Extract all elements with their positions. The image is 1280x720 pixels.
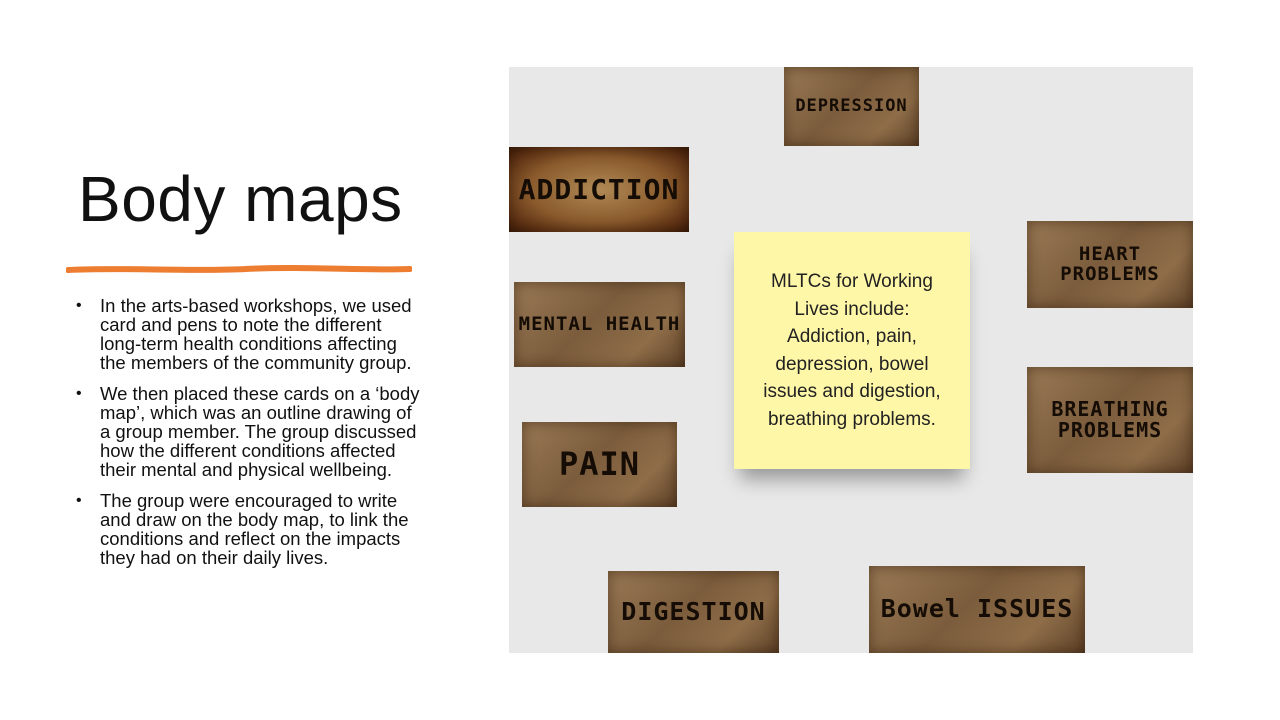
bullet-marker: • [76, 297, 82, 314]
bullet-marker: • [76, 492, 82, 509]
bullet-item: • In the arts-based workshops, we used c… [76, 296, 421, 372]
card-label: HEART PROBLEMS [1060, 242, 1160, 285]
bullet-list: • In the arts-based workshops, we used c… [76, 296, 421, 579]
card-label: ADDICTION [518, 172, 680, 206]
card-label: MENTAL HEALTH [518, 312, 681, 335]
bullet-marker: • [76, 385, 82, 402]
bullet-text: In the arts-based workshops, we used car… [100, 295, 412, 373]
sticky-note-text: MLTCs for Working Lives include: Addicti… [763, 271, 941, 430]
card-label: Bowel ISSUES [880, 594, 1074, 624]
card-pain: PAIN [522, 422, 677, 507]
bullet-item: • The group were encouraged to write and… [76, 491, 421, 567]
card-bowel-issues: Bowel ISSUES [869, 566, 1085, 653]
body-map-photo: DEPRESSION ADDICTION HEART PROBLEMS MENT… [509, 67, 1193, 653]
card-mental-health: MENTAL HEALTH [514, 282, 685, 367]
card-addiction: ADDICTION [509, 147, 689, 232]
card-label: DEPRESSION [795, 95, 908, 116]
card-digestion: DIGESTION [608, 571, 779, 653]
card-label: DIGESTION [621, 596, 766, 626]
sticky-note: MLTCs for Working Lives include: Addicti… [734, 232, 970, 469]
card-depression: DEPRESSION [784, 67, 919, 146]
bullet-text: We then placed these cards on a ‘body ma… [100, 383, 420, 480]
slide-title: Body maps [78, 163, 403, 235]
bullet-text: The group were encouraged to write and d… [100, 490, 409, 568]
card-label: BREATHING PROBLEMS [1051, 397, 1169, 442]
title-underline [66, 265, 412, 273]
bullet-item: • We then placed these cards on a ‘body … [76, 384, 421, 479]
card-breathing-problems: BREATHING PROBLEMS [1027, 367, 1193, 473]
card-heart-problems: HEART PROBLEMS [1027, 221, 1193, 308]
card-label: PAIN [558, 444, 641, 483]
slide: Body maps • In the arts-based workshops,… [0, 0, 1280, 720]
